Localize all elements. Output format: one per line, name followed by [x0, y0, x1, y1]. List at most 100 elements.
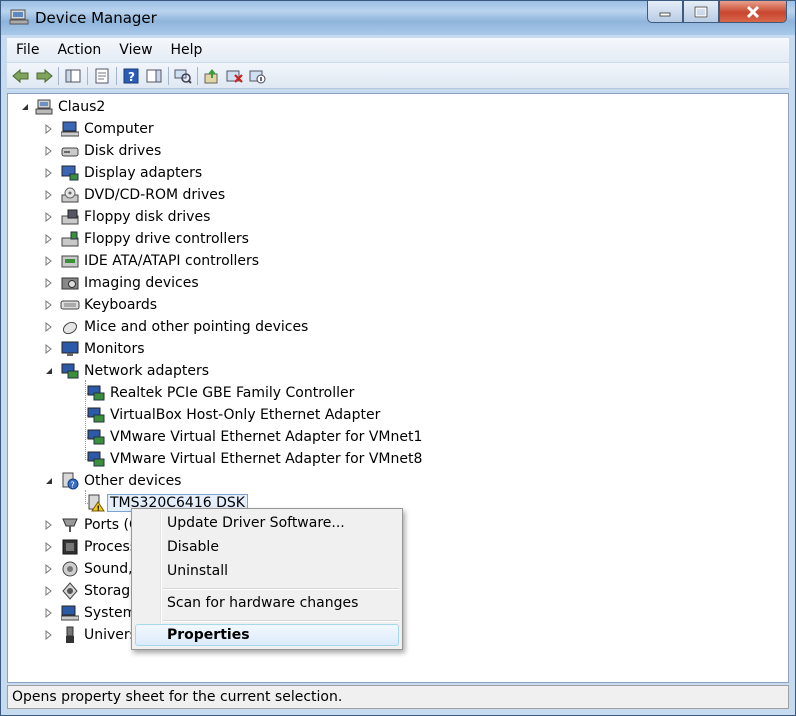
expand-arrow-icon[interactable]	[44, 564, 54, 574]
minimize-button[interactable]	[647, 1, 683, 23]
action-pane-button[interactable]	[144, 66, 164, 86]
expand-arrow-icon[interactable]	[44, 542, 54, 552]
expand-arrow-icon[interactable]	[44, 234, 54, 244]
other-devices-icon: ?	[60, 472, 80, 490]
menu-item-scan-hardware[interactable]: Scan for hardware changes	[167, 595, 358, 611]
expand-arrow-icon[interactable]	[44, 256, 54, 266]
tree-item-computer[interactable]: Computer	[44, 118, 154, 140]
svg-text:?: ?	[71, 481, 75, 490]
expand-arrow-icon[interactable]	[44, 212, 54, 222]
expand-arrow-icon[interactable]	[44, 190, 54, 200]
tree-item-sound[interactable]: Sound,	[44, 558, 133, 580]
device-manager-icon	[9, 9, 29, 25]
menu-help[interactable]: Help	[162, 42, 212, 58]
menu-file[interactable]: File	[7, 42, 48, 58]
tree-item-label: Monitors	[84, 341, 145, 357]
close-button[interactable]	[719, 1, 787, 23]
update-driver-button[interactable]	[202, 66, 222, 86]
context-menu-separator	[163, 620, 399, 622]
tree-item-label: Display adapters	[84, 165, 203, 181]
tree-item-keyboards[interactable]: Keyboards	[44, 294, 157, 316]
tree-item-display-adapters[interactable]: Display adapters	[44, 162, 202, 184]
menu-action[interactable]: Action	[48, 42, 110, 58]
tree-item-imaging-devices[interactable]: Imaging devices	[44, 272, 199, 294]
tree-item-mice[interactable]: Mice and other pointing devices	[44, 316, 308, 338]
expand-arrow-icon[interactable]	[44, 586, 54, 596]
menu-item-disable[interactable]: Disable	[167, 539, 219, 555]
maximize-icon	[694, 5, 708, 18]
back-button[interactable]	[11, 66, 31, 86]
menu-item-uninstall[interactable]: Uninstall	[167, 563, 228, 579]
menu-item-update-driver[interactable]: Update Driver Software...	[167, 515, 345, 531]
processor-icon	[60, 538, 80, 556]
tree-item-virtualbox[interactable]: VirtualBox Host-Only Ethernet Adapter	[84, 404, 380, 426]
expand-arrow-icon[interactable]	[44, 278, 54, 288]
tree-item-label: System	[84, 605, 137, 621]
dvd-drive-icon	[60, 186, 80, 204]
tree-item-floppy-drive-controllers[interactable]: Floppy drive controllers	[44, 228, 249, 250]
floppy-controller-icon	[60, 230, 80, 248]
computer-tree-icon	[34, 98, 54, 116]
tree-item-label: Keyboards	[84, 297, 158, 313]
network-card-icon	[86, 406, 106, 424]
expand-arrow-icon[interactable]	[44, 344, 54, 354]
tree-item-other-devices[interactable]: ? Other devices	[44, 470, 181, 492]
tree-item-floppy-disk-drives[interactable]: Floppy disk drives	[44, 206, 210, 228]
keyboard-icon	[60, 296, 80, 314]
menu-item-properties[interactable]: Properties	[167, 627, 250, 643]
expand-arrow-icon[interactable]	[44, 146, 54, 156]
network-card-icon	[86, 450, 106, 468]
tree-item-label: IDE ATA/ATAPI controllers	[84, 253, 260, 269]
scan-hardware-button[interactable]	[173, 66, 193, 86]
svg-text:!: !	[97, 505, 100, 513]
collapse-arrow-icon[interactable]	[20, 102, 30, 112]
tree-item-storage[interactable]: Storag	[44, 580, 130, 602]
expand-arrow-icon[interactable]	[44, 630, 54, 640]
toolbar-separator	[197, 66, 198, 85]
tree-item-network-adapters[interactable]: Network adapters	[44, 360, 209, 382]
disable-button[interactable]	[248, 66, 268, 86]
tree-item-label: Computer	[84, 121, 154, 137]
forward-button[interactable]	[34, 66, 54, 86]
help-button[interactable]: ?	[121, 66, 141, 86]
tree-item-vmnet1[interactable]: VMware Virtual Ethernet Adapter for VMne…	[84, 426, 422, 448]
tree-item-ports[interactable]: Ports (C	[44, 514, 139, 536]
expand-arrow-icon[interactable]	[44, 322, 54, 332]
uninstall-button[interactable]	[225, 66, 245, 86]
expand-arrow-icon[interactable]	[44, 300, 54, 310]
ide-controller-icon	[60, 252, 80, 270]
imaging-device-icon	[60, 274, 80, 292]
show-hide-console-tree-button[interactable]	[63, 66, 83, 86]
tree-item-vmnet8[interactable]: VMware Virtual Ethernet Adapter for VMne…	[84, 448, 422, 470]
tree-item-label: Floppy drive controllers	[84, 231, 249, 247]
menu-view[interactable]: View	[110, 42, 161, 58]
tree-item-monitors[interactable]: Monitors	[44, 338, 145, 360]
tree-item-disk-drives[interactable]: Disk drives	[44, 140, 161, 162]
expand-arrow-icon[interactable]	[44, 124, 54, 134]
collapse-arrow-icon[interactable]	[44, 476, 54, 486]
expand-arrow-icon[interactable]	[44, 608, 54, 618]
maximize-button[interactable]	[683, 1, 719, 23]
toolbar-separator	[168, 66, 169, 85]
floppy-disk-icon	[60, 208, 80, 226]
device-manager-window: Device Manager File Action View Help ? C…	[0, 0, 796, 716]
expand-arrow-icon[interactable]	[44, 520, 54, 530]
tree-item-usb[interactable]: Univers	[44, 624, 137, 646]
tree-item-ide-controllers[interactable]: IDE ATA/ATAPI controllers	[44, 250, 259, 272]
tree-item-system[interactable]: System	[44, 602, 136, 624]
show-hide-console-tree-icon	[65, 69, 81, 82]
expand-arrow-icon[interactable]	[44, 168, 54, 178]
collapse-arrow-icon[interactable]	[44, 366, 54, 376]
status-text: Opens property sheet for the current sel…	[12, 689, 343, 705]
disk-drive-icon	[60, 142, 80, 160]
tree-item-dvd-cd-rom-drives[interactable]: DVD/CD-ROM drives	[44, 184, 225, 206]
tree-item-processors[interactable]: Process	[44, 536, 137, 558]
tree-item-label: Realtek PCIe GBE Family Controller	[110, 385, 355, 401]
tree-item-realtek[interactable]: Realtek PCIe GBE Family Controller	[84, 382, 354, 404]
tree-root-label: Claus2	[58, 99, 106, 115]
tree-root[interactable]: Claus2	[20, 96, 105, 118]
title-bar[interactable]: Device Manager	[1, 1, 795, 35]
mouse-icon	[60, 318, 80, 336]
properties-button[interactable]	[92, 66, 112, 86]
tree-item-label: VirtualBox Host-Only Ethernet Adapter	[110, 407, 381, 423]
